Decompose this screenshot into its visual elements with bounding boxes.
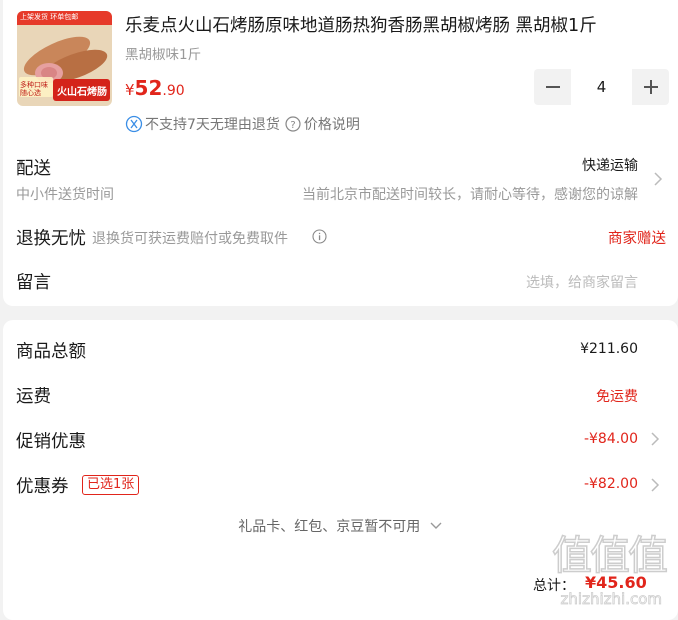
giftcard-text: 礼品卡、红包、京豆暂不可用: [238, 519, 421, 535]
thumb-side-text: 多种口味 随心选: [20, 81, 48, 97]
decrease-button[interactable]: [534, 69, 571, 105]
price-integer: 52: [134, 76, 163, 100]
return-worry-label: 退换无忧: [16, 229, 86, 249]
minus-icon: [545, 86, 560, 88]
thumb-banner-text: 上架发货 环单包邮: [20, 13, 79, 21]
product-title[interactable]: 乐麦点火山石烤肠原味地道肠热狗香肠黑胡椒烤肠 黑胡椒1斤: [125, 14, 597, 38]
plus-icon: [643, 80, 658, 94]
chevron-right-icon[interactable]: [650, 431, 660, 447]
help-circle-icon[interactable]: ?: [284, 115, 302, 133]
coupon-label: 优惠券: [16, 477, 69, 497]
product-thumbnail[interactable]: 上架发货 环单包邮 多种口味 随心选 火山石烤肠: [17, 11, 112, 106]
chevron-down-icon: [430, 522, 442, 529]
watermark-domain: zhizhizhi.com: [560, 590, 662, 609]
product-card: 上架发货 环单包邮 多种口味 随心选 火山石烤肠 乐麦点火山石烤肠原味地道肠热狗…: [3, 0, 678, 306]
goods-total-value: ¥211.60: [580, 341, 638, 357]
svg-text:?: ?: [290, 120, 295, 131]
product-variant: 黑胡椒味1斤: [125, 47, 202, 63]
message-input[interactable]: 选填，给商家留言: [526, 272, 638, 292]
chevron-right-icon[interactable]: [650, 477, 660, 493]
quantity-stepper: 4: [534, 69, 669, 105]
delivery-sub: 中小件送货时间: [16, 187, 114, 203]
price-note-link[interactable]: 价格说明: [304, 114, 360, 134]
delivery-note: 当前北京市配送时间较长，请耐心等待，感谢您的谅解: [302, 187, 638, 203]
shipping-label: 运费: [16, 387, 51, 407]
quantity-input[interactable]: 4: [571, 69, 632, 105]
return-worry-status: 商家赠送: [608, 231, 666, 247]
shipping-value: 免运费: [596, 389, 638, 405]
product-price: ¥52.90: [125, 76, 185, 100]
service-notice: 不支持7天无理由退货 ? 价格说明: [125, 114, 360, 134]
no-return-icon: [125, 115, 143, 133]
thumb-caption: 火山石烤肠: [57, 87, 107, 98]
promo-value[interactable]: -¥84.00: [584, 431, 638, 447]
chevron-right-icon[interactable]: [653, 171, 663, 187]
delivery-label: 配送: [16, 159, 51, 179]
return-worry-desc: 退换货可获运费赔付或免费取件: [92, 231, 288, 247]
return-notice-text: 不支持7天无理由退货: [145, 117, 280, 133]
increase-button[interactable]: [632, 69, 669, 105]
delivery-method[interactable]: 快递运输: [582, 155, 638, 175]
site-watermark: 值值值 zhizhizhi.com: [530, 528, 670, 608]
goods-total-label: 商品总额: [16, 342, 86, 362]
coupon-value[interactable]: -¥82.00: [584, 476, 638, 492]
price-decimal: .90: [162, 83, 185, 99]
coupon-selected-badge[interactable]: 已选1张: [82, 475, 140, 495]
watermark-glyphs: 值值值: [551, 532, 669, 580]
info-icon[interactable]: [312, 229, 327, 244]
price-currency: ¥: [125, 81, 135, 99]
message-label: 留言: [16, 273, 51, 293]
promo-label: 促销优惠: [16, 432, 86, 452]
